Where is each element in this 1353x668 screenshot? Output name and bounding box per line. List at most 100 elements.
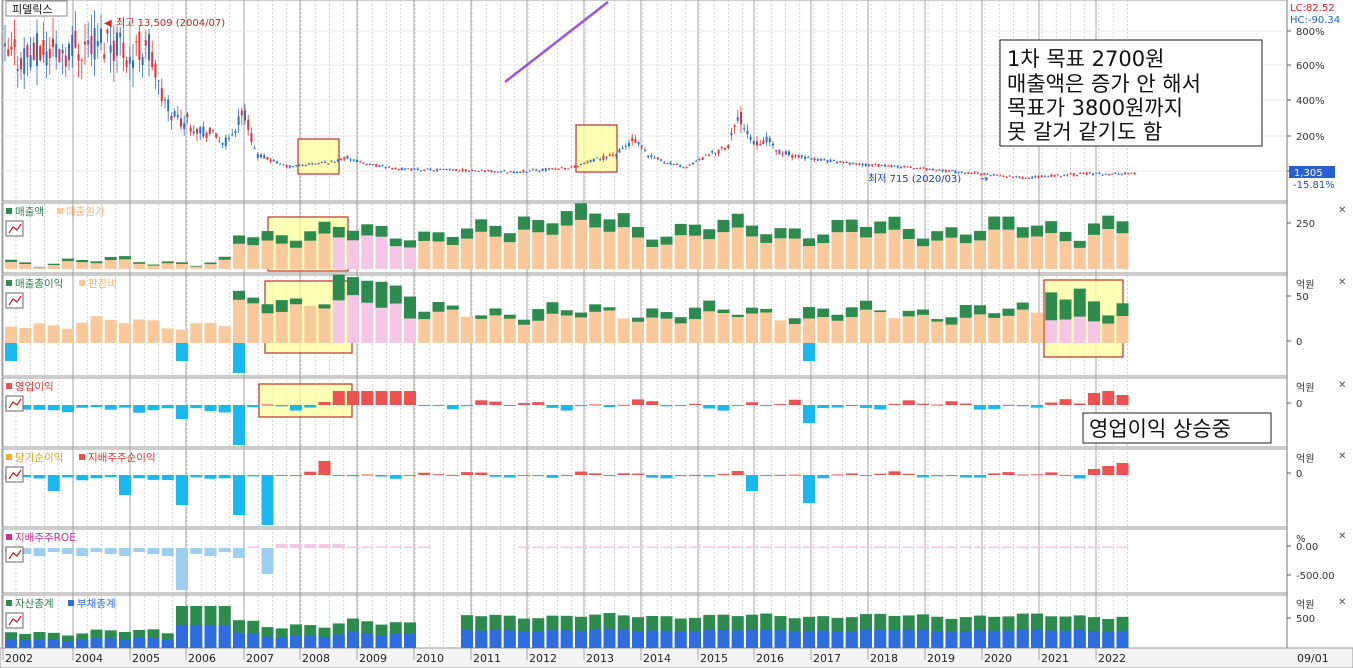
- gross-profit-bar: [689, 307, 701, 320]
- revenue-cost-bar: [817, 243, 830, 269]
- candle-body: [1002, 175, 1005, 177]
- candle-body: [724, 147, 726, 150]
- sga-bar: [304, 305, 317, 343]
- operating-income-bar: [104, 405, 117, 410]
- revenue-bar: [632, 226, 644, 238]
- candle-body: [589, 159, 592, 163]
- note-line-3: 목표가 3800원까지: [1007, 96, 1183, 120]
- revenue-cost-bar: [290, 247, 302, 269]
- revenue-cost-bar: [646, 246, 659, 269]
- candle-body: [442, 168, 445, 170]
- operating-income-bar: [418, 405, 431, 406]
- x-tick-label: 2013: [586, 652, 614, 665]
- revenue-bar: [1045, 221, 1058, 234]
- net-income-bar: [831, 474, 844, 476]
- gross-profit-bar: [1073, 288, 1086, 317]
- operating-income-bar: [760, 405, 773, 406]
- revenue-cost-bar: [233, 243, 245, 269]
- revenue-bar: [361, 224, 374, 236]
- candle-body: [845, 162, 848, 164]
- net-income-bar: [503, 475, 516, 478]
- revenue-cost-bar: [888, 229, 901, 269]
- revenue-cost-bar: [845, 231, 858, 269]
- roe-bar: [190, 548, 203, 554]
- liability-bar: [988, 630, 1001, 648]
- x-tick-label: 2008: [302, 652, 330, 665]
- revenue-cost-bar: [532, 232, 545, 269]
- candle-body: [1133, 173, 1136, 175]
- revenue-cost-bar: [503, 242, 516, 269]
- liability-bar: [831, 631, 844, 648]
- net-income-bar: [133, 475, 146, 479]
- sga-bar: [788, 323, 801, 343]
- candle-body: [580, 164, 582, 166]
- operating-income-bar: [888, 403, 901, 405]
- candle-body: [938, 169, 941, 171]
- candle-body: [170, 115, 173, 121]
- revenue-bar: [689, 224, 701, 236]
- roe-bar: [361, 546, 374, 548]
- candle-body: [272, 160, 275, 162]
- candle-body: [752, 140, 755, 145]
- candle-body: [122, 42, 125, 58]
- revenue-bar: [760, 234, 773, 243]
- candle-body: [276, 161, 278, 164]
- candle-body: [708, 154, 710, 156]
- candle-body: [519, 171, 522, 173]
- liability-bar: [717, 629, 730, 648]
- revenue-cost-bar: [589, 227, 602, 269]
- revenue-cost-bar: [988, 229, 1001, 269]
- candle-body: [493, 171, 496, 173]
- revenue-bar: [19, 262, 32, 265]
- sga-bar: [674, 323, 687, 343]
- net-income-bar: [233, 475, 245, 515]
- candle-body: [266, 157, 269, 160]
- net-income-bar: [931, 475, 944, 477]
- operating-income-bar: [275, 405, 288, 407]
- revenue-bar: [774, 228, 787, 239]
- roe-bar: [275, 544, 288, 548]
- liability-bar: [47, 639, 60, 648]
- roe-bar: [204, 548, 217, 556]
- revenue-cost-bar: [1045, 233, 1058, 269]
- roe-bar: [617, 546, 630, 548]
- operating-income-bar: [218, 405, 231, 413]
- revenue-cost-bar: [660, 244, 673, 269]
- candle-body: [1095, 172, 1098, 174]
- revenue-cost-bar: [803, 246, 815, 269]
- stock-chart[interactable]: 매출액 매출원가 ✕ 매출총이익 판관비 ✕ 영업이익 ✕ 당기순이익 지배주주순이익 ✕ 지배주주R…: [0, 0, 1353, 668]
- roe-bar: [104, 548, 117, 554]
- liability-bar: [617, 630, 630, 648]
- candle-body: [967, 172, 970, 174]
- candle-body: [189, 127, 192, 132]
- candle-body: [861, 163, 864, 166]
- candle-body: [928, 168, 931, 170]
- candle-body: [1072, 173, 1075, 176]
- candle-body: [596, 157, 598, 159]
- liability-bar: [389, 633, 402, 648]
- liability-bar: [1016, 629, 1029, 648]
- candle-body: [320, 161, 323, 163]
- candle-body: [784, 151, 787, 155]
- sga-bar: [660, 318, 673, 343]
- revenue-bar: [1002, 216, 1015, 230]
- y-tick-label: 0.00: [1296, 542, 1318, 553]
- operating-income-bar: [47, 405, 60, 411]
- net-income-bar: [689, 474, 701, 476]
- revenue-cost-bar: [860, 237, 872, 269]
- roe-bar: [689, 546, 701, 548]
- net-income-bar: [760, 475, 773, 477]
- revenue-cost-bar: [1088, 234, 1100, 269]
- candle-body: [772, 143, 774, 146]
- candle-body: [925, 168, 928, 170]
- net-income-bar: [375, 475, 388, 477]
- revenue-bar: [746, 225, 758, 237]
- candle-body: [973, 172, 976, 174]
- roe-bar: [1102, 546, 1115, 548]
- candle-body: [1117, 173, 1120, 175]
- roe-bar: [1059, 546, 1072, 548]
- sga-bar: [290, 304, 302, 343]
- candle-body: [349, 159, 352, 161]
- candle-body: [87, 40, 90, 45]
- candle-body: [500, 171, 502, 173]
